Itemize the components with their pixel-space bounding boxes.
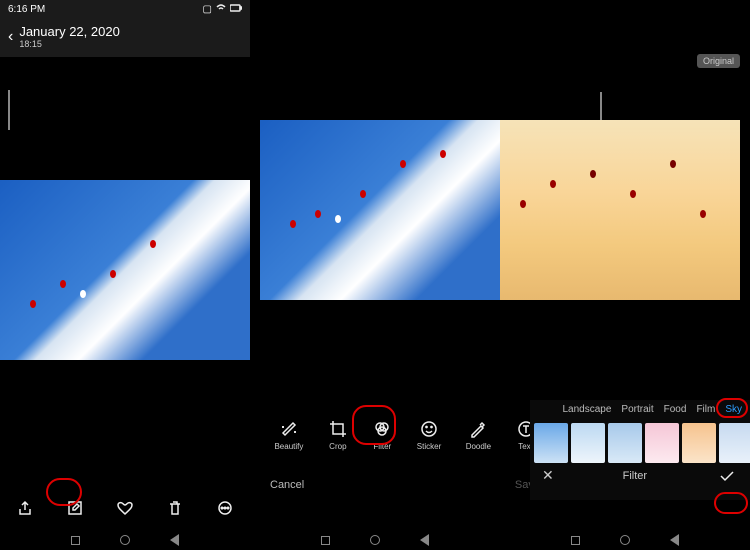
editor-preview-original bbox=[260, 120, 500, 300]
filter-cat-food[interactable]: Food bbox=[664, 404, 687, 415]
gallery-viewer-screen: 6:16 PM ▢ ‹ January 22, 2020 18:15 bbox=[0, 0, 250, 530]
tool-filter[interactable]: Filter bbox=[372, 419, 392, 451]
nav-home[interactable] bbox=[120, 535, 130, 545]
filter-cat-portrait[interactable]: Portrait bbox=[621, 404, 653, 415]
filter-panel: Landscape Portrait Food Film Sky ✕ Filte… bbox=[530, 400, 750, 500]
gallery-bottom-toolbar bbox=[0, 486, 250, 530]
editor-tool-row: Beautify Crop Filter Sticker Doodle bbox=[250, 410, 560, 460]
gallery-header: ‹ January 22, 2020 18:15 bbox=[0, 18, 250, 57]
favorite-button[interactable] bbox=[116, 499, 134, 517]
more-button[interactable] bbox=[216, 499, 234, 517]
crop-icon bbox=[328, 419, 348, 439]
share-button[interactable] bbox=[16, 499, 34, 517]
editor-preview-filtered bbox=[500, 120, 740, 300]
tool-label: Sticker bbox=[417, 442, 441, 451]
filter-thumb[interactable] bbox=[608, 423, 642, 463]
filter-close-button[interactable]: ✕ bbox=[542, 467, 554, 484]
filter-thumb[interactable] bbox=[682, 423, 716, 463]
doodle-icon bbox=[468, 419, 488, 439]
filter-icon bbox=[372, 419, 392, 439]
filter-cat-landscape[interactable]: Landscape bbox=[562, 404, 611, 415]
nav-back[interactable] bbox=[670, 534, 679, 546]
delete-button[interactable] bbox=[166, 499, 184, 517]
tool-label: Doodle bbox=[466, 442, 491, 451]
editor-action-row: Cancel Save bbox=[250, 470, 560, 500]
filter-apply-button[interactable] bbox=[716, 468, 738, 484]
status-bar: 6:16 PM ▢ bbox=[0, 0, 250, 18]
filter-cat-sky[interactable]: Sky bbox=[725, 404, 742, 415]
system-nav-bar bbox=[250, 530, 500, 550]
nav-recent[interactable] bbox=[571, 536, 580, 545]
back-button[interactable]: ‹ bbox=[8, 29, 13, 45]
nav-recent[interactable] bbox=[321, 536, 330, 545]
filter-thumbnails[interactable] bbox=[530, 419, 750, 463]
nav-recent[interactable] bbox=[71, 536, 80, 545]
filter-thumb[interactable] bbox=[534, 423, 568, 463]
system-nav-bar bbox=[0, 530, 250, 550]
filter-cat-film[interactable]: Film bbox=[696, 404, 715, 415]
photo-date: January 22, 2020 18:15 bbox=[19, 24, 119, 49]
sticker-icon bbox=[419, 419, 439, 439]
wifi-icon bbox=[216, 4, 226, 15]
tool-label: Beautify bbox=[274, 442, 303, 451]
cancel-button[interactable]: Cancel bbox=[270, 479, 304, 491]
filter-thumb[interactable] bbox=[645, 423, 679, 463]
nav-home[interactable] bbox=[370, 535, 380, 545]
tool-sticker[interactable]: Sticker bbox=[417, 419, 441, 451]
filter-thumb[interactable] bbox=[719, 423, 750, 463]
filter-action-row: ✕ Filter bbox=[530, 463, 750, 484]
original-badge[interactable]: Original bbox=[697, 54, 740, 68]
beautify-icon bbox=[279, 419, 299, 439]
tool-label: Filter bbox=[373, 442, 391, 451]
editor-preview[interactable] bbox=[260, 120, 740, 300]
scroll-indicator bbox=[8, 90, 10, 130]
filter-categories: Landscape Portrait Food Film Sky bbox=[530, 400, 750, 419]
photo-date-time: 18:15 bbox=[19, 39, 119, 49]
system-nav-bar bbox=[500, 530, 750, 550]
status-icons: ▢ bbox=[203, 4, 242, 15]
photo-preview[interactable] bbox=[0, 180, 250, 360]
battery-icon bbox=[230, 4, 242, 15]
tool-crop[interactable]: Crop bbox=[328, 419, 348, 451]
photo-editor-screen: Original Beautify bbox=[250, 0, 750, 530]
nav-home[interactable] bbox=[620, 535, 630, 545]
nav-back[interactable] bbox=[420, 534, 429, 546]
photo-date-main: January 22, 2020 bbox=[19, 24, 119, 39]
tool-label: Crop bbox=[329, 442, 346, 451]
tool-beautify[interactable]: Beautify bbox=[274, 419, 303, 451]
tool-doodle[interactable]: Doodle bbox=[466, 419, 491, 451]
filter-panel-title: Filter bbox=[623, 470, 647, 482]
status-time: 6:16 PM bbox=[8, 4, 45, 15]
nav-back[interactable] bbox=[170, 534, 179, 546]
sim-icon: ▢ bbox=[203, 4, 212, 15]
edit-button[interactable] bbox=[66, 499, 84, 517]
filter-thumb[interactable] bbox=[571, 423, 605, 463]
